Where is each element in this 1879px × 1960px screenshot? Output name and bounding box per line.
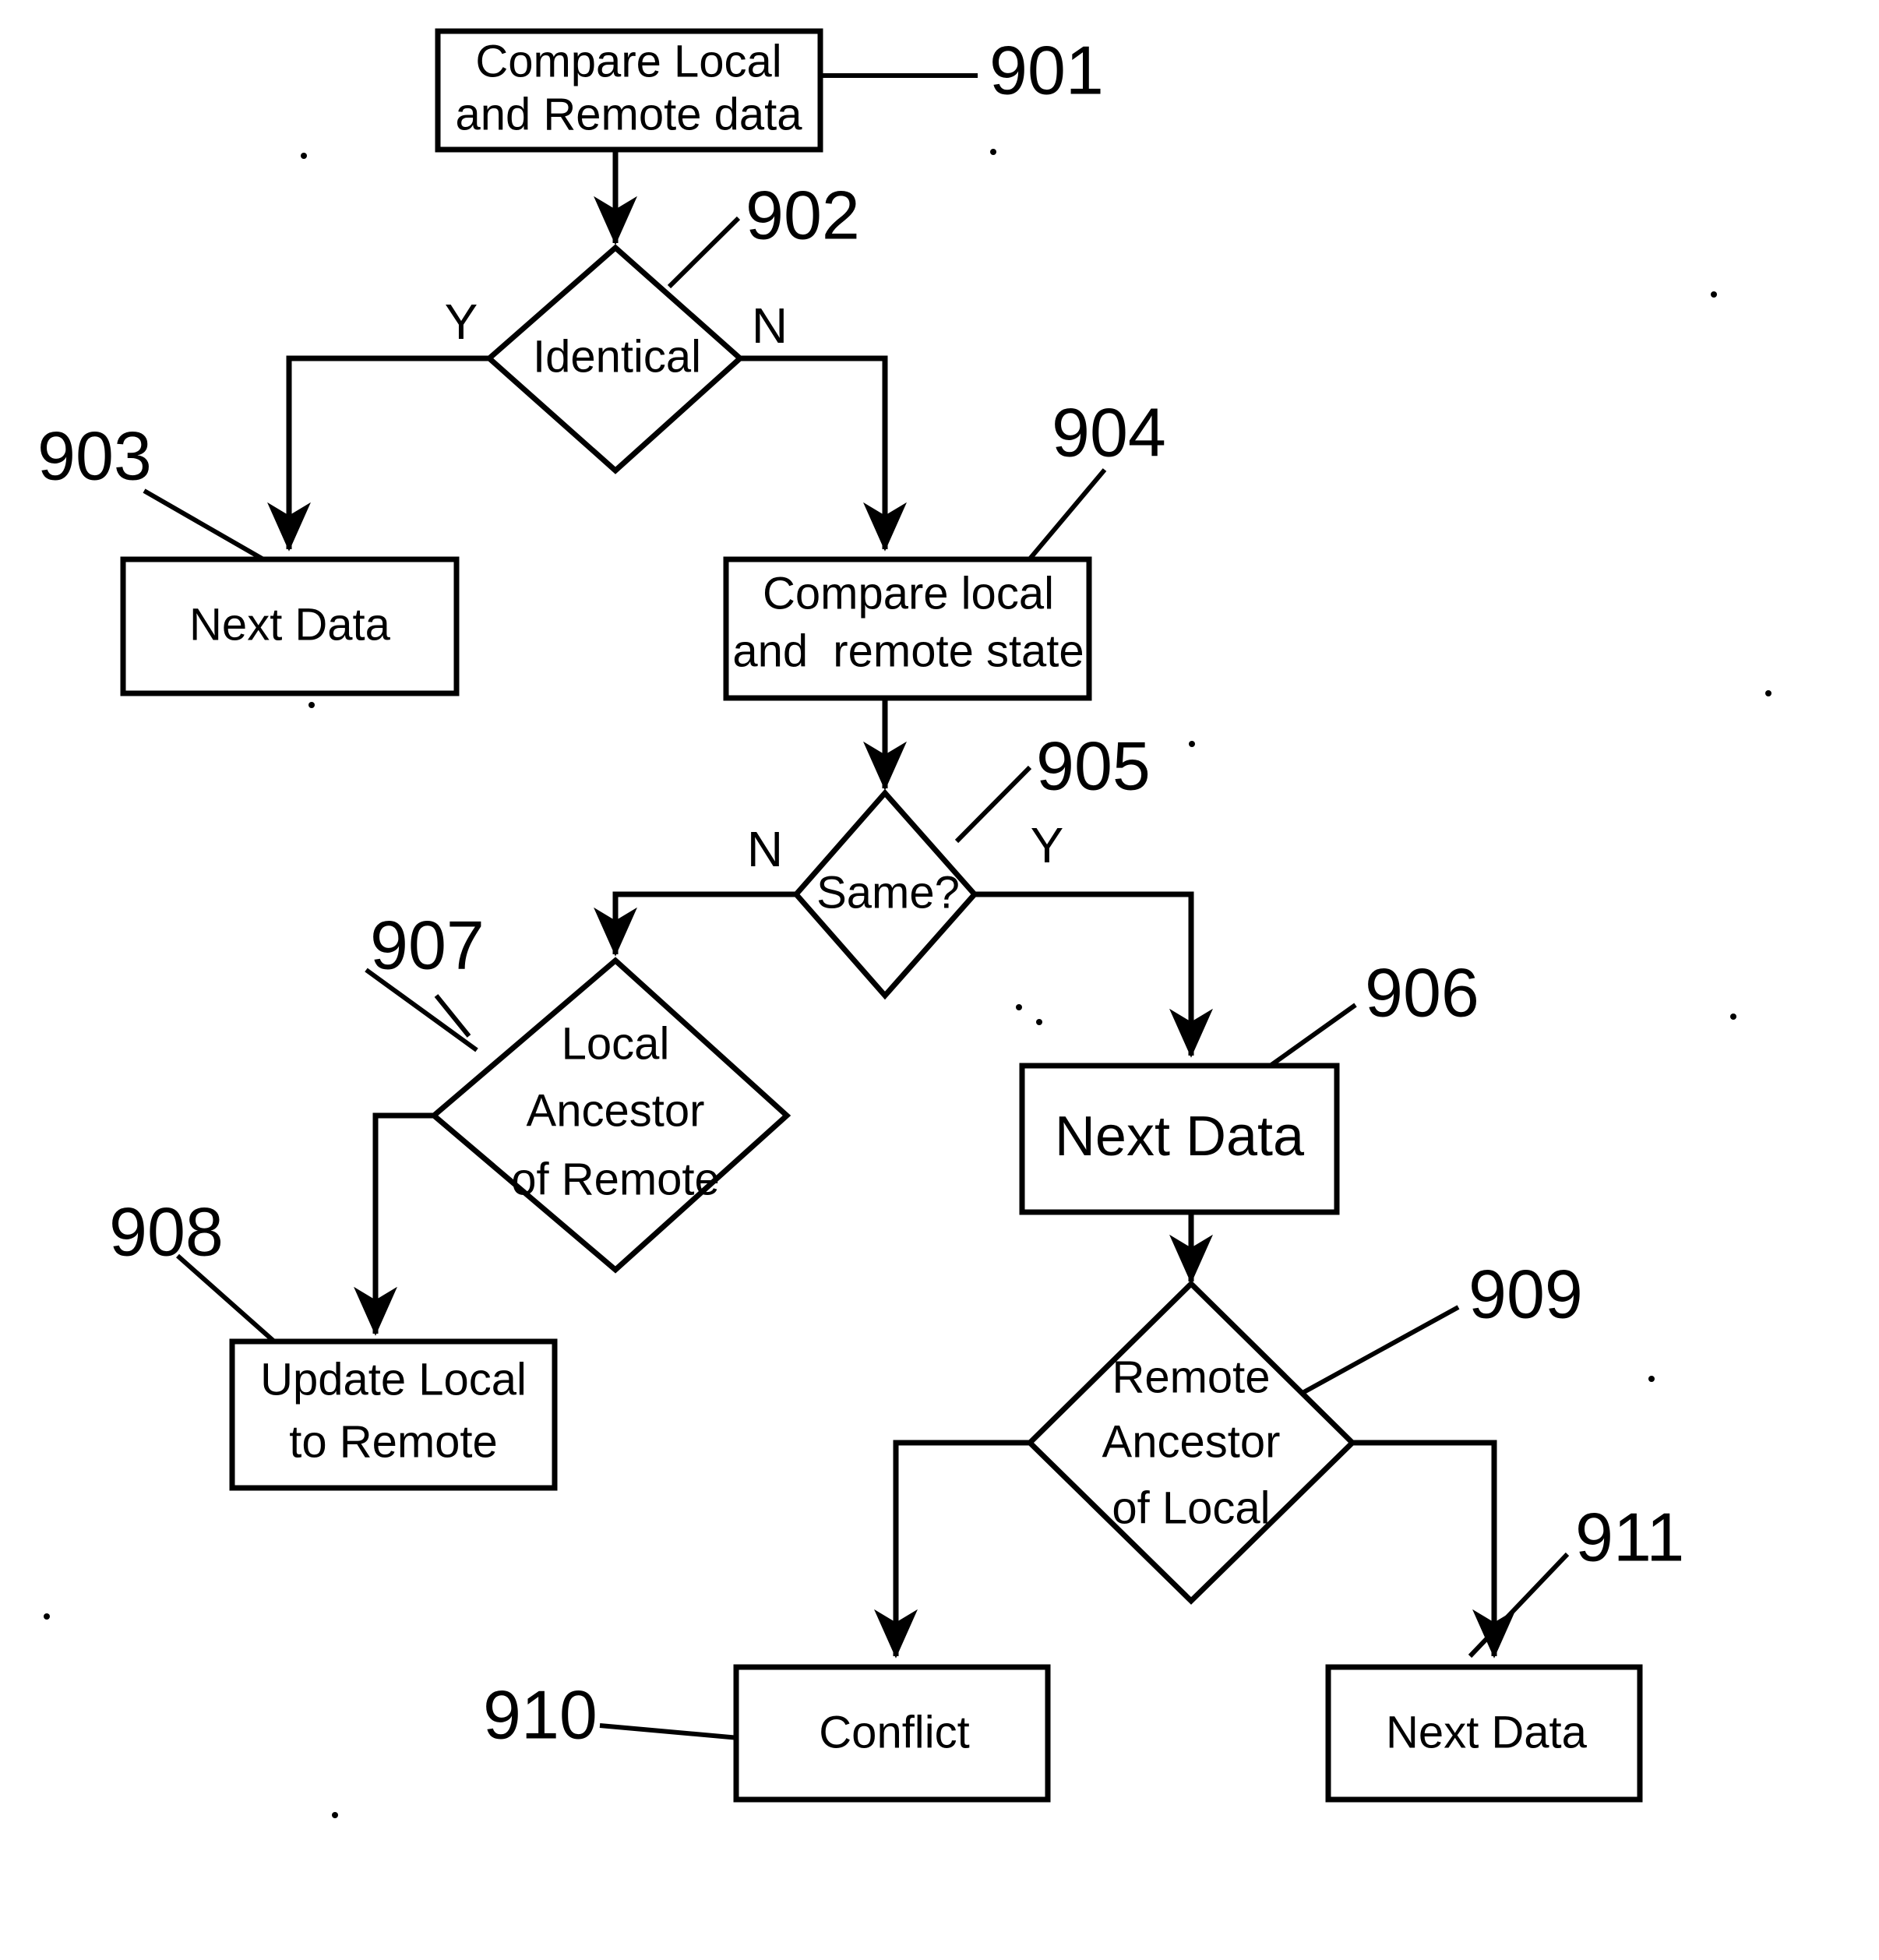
node-908-line1: Update Local — [260, 1354, 527, 1405]
ref-label-910: 910 — [483, 1676, 598, 1753]
scan-speck — [332, 1812, 338, 1818]
node-906-label: Next Data — [1055, 1105, 1305, 1168]
node-904-line1: Compare local — [763, 568, 1054, 619]
node-903[interactable]: Next Data — [120, 556, 460, 696]
node-909-line2: Ancestor — [1102, 1416, 1281, 1467]
scan-speck — [1711, 291, 1717, 298]
node-907-line3: of Remote — [511, 1154, 720, 1204]
node-909-line3: of Local — [1112, 1482, 1270, 1533]
scan-speck — [301, 153, 307, 159]
node-902-label: Identical — [533, 331, 701, 382]
edge-905-yes-to-906 — [975, 891, 1213, 1058]
node-903-label: Next Data — [189, 599, 391, 650]
ref-label-908: 908 — [109, 1193, 224, 1270]
node-902[interactable]: Identical — [485, 244, 745, 474]
edge-902-yes-to-903 — [267, 355, 489, 552]
scan-speck — [990, 149, 996, 155]
node-908[interactable]: Update Local to Remote — [229, 1338, 558, 1491]
scan-speck — [1036, 1019, 1042, 1025]
scan-speck — [44, 1613, 50, 1620]
edge-902-no-to-904 — [740, 355, 907, 552]
ref-label-904: 904 — [1052, 393, 1166, 471]
leader-911 — [1468, 1552, 1570, 1659]
node-911-label: Next Data — [1386, 1707, 1588, 1757]
node-905[interactable]: Same? — [792, 788, 978, 1000]
ref-label-903: 903 — [37, 417, 152, 494]
scan-speck — [1765, 690, 1771, 696]
leader-906 — [1264, 1003, 1357, 1071]
ref-label-907: 907 — [370, 906, 485, 983]
scan-speck — [1648, 1376, 1655, 1382]
edge-909-to-911 — [1352, 1440, 1516, 1659]
node-909-line1: Remote — [1112, 1352, 1270, 1402]
node-910[interactable]: Conflict — [733, 1664, 1051, 1803]
leader-909 — [1292, 1305, 1460, 1400]
ref-label-911: 911 — [1575, 1498, 1684, 1575]
node-908-line2: to Remote — [289, 1416, 498, 1467]
ref-label-901: 901 — [989, 31, 1104, 108]
node-907-line1: Local — [562, 1018, 670, 1069]
node-910-label: Conflict — [819, 1707, 969, 1757]
node-911[interactable]: Next Data — [1325, 1664, 1643, 1803]
flowchart-canvas: Compare Local and Remote data 901 Identi… — [37, 28, 1771, 1818]
flowchart-diagram: Compare Local and Remote data 901 Identi… — [0, 0, 1879, 1960]
node-909[interactable]: Remote Ancestor of Local — [1026, 1280, 1356, 1605]
edge-905-no-to-907 — [594, 891, 796, 957]
ref-label-906: 906 — [1365, 954, 1479, 1031]
node-905-label: Same? — [816, 867, 960, 918]
branch-label-902-yes: Y — [445, 294, 478, 350]
scan-speck — [1016, 1004, 1022, 1010]
leader-902 — [667, 216, 741, 289]
node-907-line2: Ancestor — [527, 1085, 705, 1136]
branch-label-905-yes: Y — [1031, 817, 1064, 873]
node-901-line2: and Remote data — [456, 89, 803, 139]
node-904[interactable]: Compare local and remote state — [723, 556, 1092, 701]
ref-label-909: 909 — [1468, 1255, 1583, 1332]
leader-904 — [1024, 468, 1107, 564]
scan-speck — [1730, 1013, 1736, 1020]
ref-label-905: 905 — [1036, 727, 1151, 804]
leader-903 — [143, 488, 270, 565]
leader-905 — [954, 765, 1032, 844]
edge-909-to-910 — [874, 1440, 1030, 1659]
node-904-line2: and remote state — [732, 626, 1084, 676]
branch-label-902-no: N — [752, 298, 788, 354]
node-901[interactable]: Compare Local and Remote data — [435, 28, 823, 153]
node-901-line1: Compare Local — [475, 36, 781, 86]
node-906[interactable]: Next Data — [1019, 1063, 1340, 1215]
scan-speck — [1189, 741, 1195, 747]
node-907[interactable]: Local Ancestor of Remote — [429, 957, 791, 1274]
ref-label-902: 902 — [746, 176, 860, 253]
branch-label-905-no: N — [747, 821, 783, 877]
edge-907-to-908 — [354, 1112, 434, 1336]
scan-speck — [308, 702, 315, 708]
